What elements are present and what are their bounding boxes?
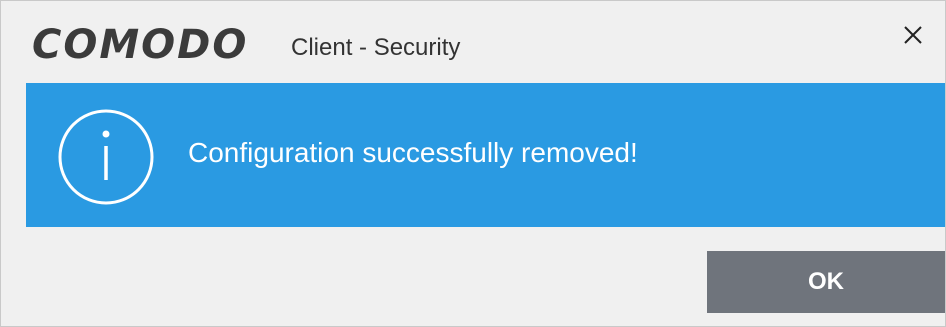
message-text: Configuration successfully removed! (188, 137, 638, 168)
dialog-window: COMODO Client - Security Configuration s… (0, 0, 946, 327)
ok-button[interactable]: OK (707, 251, 945, 313)
info-icon (58, 109, 154, 205)
brand-logo: COMODO (32, 22, 249, 68)
close-icon (904, 26, 922, 44)
window-subtitle: Client - Security (291, 34, 461, 61)
title-bar: COMODO Client - Security (1, 1, 945, 83)
close-button[interactable] (893, 15, 933, 55)
message-banner: Configuration successfully removed! (26, 83, 945, 227)
